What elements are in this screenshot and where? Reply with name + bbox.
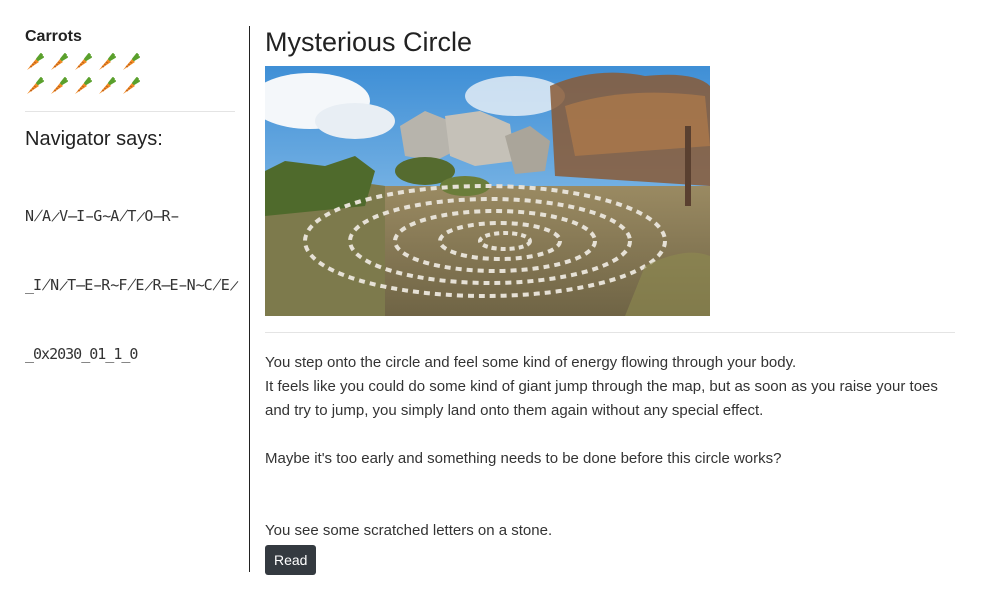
navigator-line: _I̸N̷T̶E̵R̴F̸E̷R̶E̵N̴C̸E̷: [25, 276, 239, 294]
carrot-icon: [121, 76, 145, 96]
carrot-icon: [49, 76, 73, 96]
carrot-icon: [121, 52, 145, 72]
sidebar-divider: [25, 111, 235, 112]
story-text: You step onto the circle and feel some k…: [265, 351, 955, 543]
carrot-icon: [97, 52, 121, 72]
navigator-line: _0x2030_01_1_0: [25, 345, 138, 363]
carrot-icon: [97, 76, 121, 96]
navigator-line: N̸A̷V̶I̵G̴A̸T̷O̶R̵: [25, 207, 180, 225]
carrot-icon: [73, 76, 97, 96]
navigator-title: Navigator says:: [25, 128, 163, 150]
carrot-grid: [25, 52, 235, 96]
navigator-message: N̸A̷V̶I̵G̴A̸T̷O̶R̵ _I̸N̷T̶E̵R̴F̸E̷R̶E̵N̴…: [25, 159, 239, 412]
carrots-title: Carrots: [25, 28, 82, 45]
carrot-icon: [73, 52, 97, 72]
carrot-icon: [49, 52, 73, 72]
page-title: Mysterious Circle: [265, 27, 473, 57]
story-line: You see some scratched letters on a ston…: [265, 522, 553, 539]
read-button[interactable]: Read: [265, 545, 317, 575]
content-divider: [265, 332, 955, 333]
story-line: It feels like you could do some kind of …: [265, 378, 938, 419]
story-line: Maybe it's too early and something needs…: [265, 450, 782, 467]
scene-image: [265, 66, 710, 316]
carrot-icon: [25, 76, 49, 96]
vertical-divider: [249, 26, 250, 572]
main-content: Mysterious Circle You step onto the circ…: [265, 26, 955, 575]
sidebar: Carrots Navigator says: N̸A̷V̶I̵G̴A̸T̷O̶…: [25, 28, 239, 412]
story-line: You step onto the circle and feel some k…: [265, 354, 797, 371]
carrot-icon: [25, 52, 49, 72]
